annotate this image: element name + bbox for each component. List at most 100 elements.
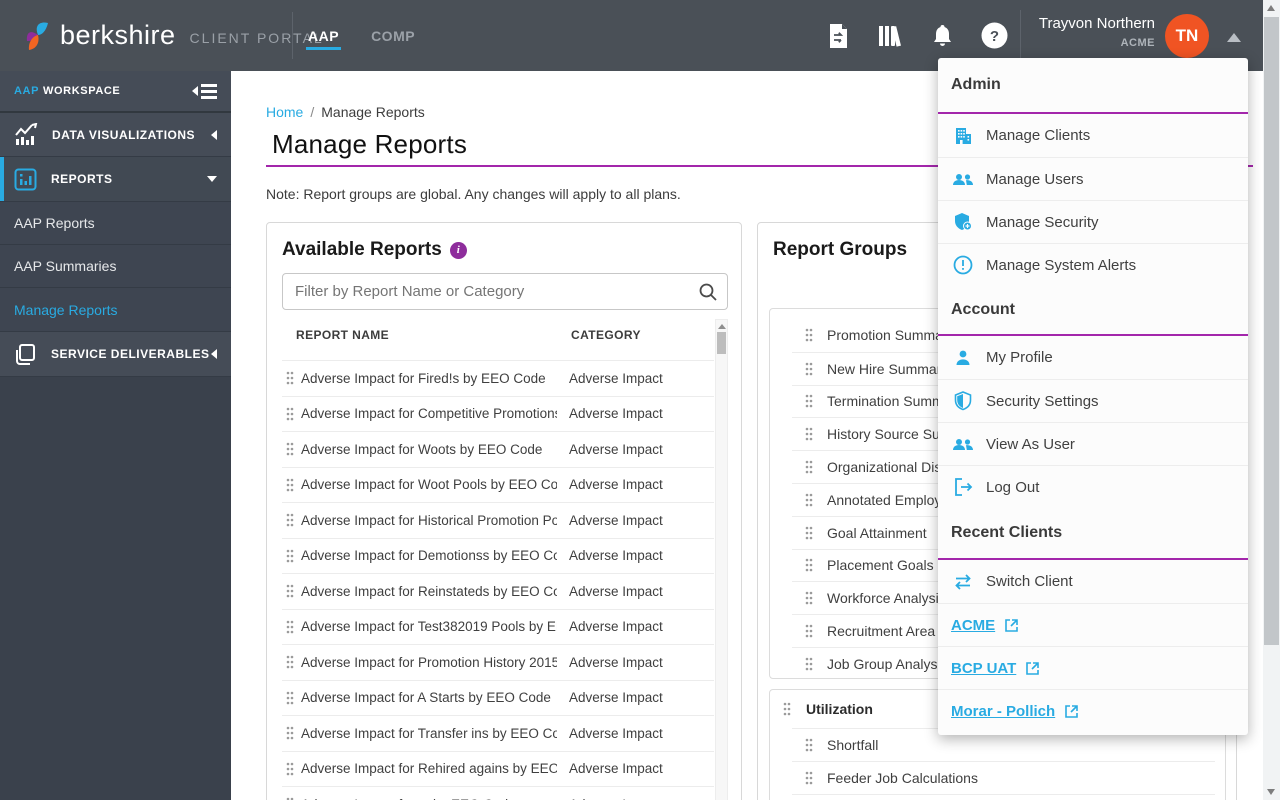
sidebar-item-manage-reports[interactable]: Manage Reports (0, 288, 231, 332)
drag-handle-icon[interactable] (805, 738, 813, 752)
notifications-bell-icon[interactable] (928, 22, 956, 50)
group-row[interactable]: Feeder Job Calculations (792, 760, 1215, 794)
brand-logo[interactable]: berkshire CLIENT PORTAL (24, 0, 324, 71)
table-scrollbar[interactable] (715, 319, 728, 800)
drag-handle-icon[interactable] (805, 657, 813, 671)
drag-handle-icon[interactable] (286, 655, 294, 669)
scroll-up-arrow-icon[interactable] (1267, 5, 1275, 11)
client-link-label[interactable]: BCP UAT (951, 660, 1016, 677)
table-row[interactable]: Adverse Impact for Fired!s by EEO Code Ad… (282, 360, 714, 396)
table-row[interactable]: Adverse Impact for Woot Pools by EEO Cod… (282, 466, 714, 503)
drag-handle-icon[interactable] (286, 513, 294, 527)
sidebar-item-label: SERVICE DELIVERABLES (51, 347, 210, 361)
menu-item-my-profile[interactable]: My Profile (938, 336, 1248, 379)
svg-text:?: ? (989, 28, 998, 45)
menu-item-manage-system-alerts[interactable]: Manage System Alerts (938, 243, 1248, 286)
menu-item-security-settings[interactable]: Security Settings (938, 379, 1248, 422)
page-scrollbar[interactable] (1263, 0, 1280, 800)
page-scrollbar-thumb[interactable] (1264, 17, 1279, 645)
client-link-label[interactable]: Morar - Pollich (951, 703, 1055, 720)
menu-item-log-out[interactable]: Log Out (938, 465, 1248, 508)
drag-handle-icon[interactable] (805, 558, 813, 572)
menu-item-manage-users[interactable]: Manage Users (938, 157, 1248, 200)
drag-handle-icon[interactable] (286, 691, 294, 705)
table-row[interactable]: Adverse Impact for Competitive Promotion… (282, 395, 714, 432)
drag-handle-icon[interactable] (805, 493, 813, 507)
info-icon[interactable]: i (449, 241, 467, 259)
sidebar-item-aap-reports[interactable]: AAP Reports (0, 202, 231, 245)
user-menu-caret-up-icon[interactable] (1227, 33, 1241, 42)
client-link-label[interactable]: ACME (951, 617, 995, 634)
drag-handle-icon[interactable] (286, 407, 294, 421)
drag-handle-icon[interactable] (286, 726, 294, 740)
group-row[interactable] (792, 793, 1215, 800)
drag-handle-icon[interactable] (805, 362, 813, 376)
table-row[interactable]: Adverse Impact for A Starts by EEO Code A… (282, 679, 714, 716)
workspace-label: WORKSPACE (43, 85, 121, 97)
drag-handle-icon[interactable] (805, 460, 813, 474)
table-row[interactable]: Adverse Impact for Test382019 Pools by E… (282, 608, 714, 645)
help-icon[interactable]: ? (980, 22, 1008, 50)
drag-handle-icon[interactable] (783, 702, 791, 716)
drag-handle-icon[interactable] (805, 591, 813, 605)
recent-client-link-morar-pollich[interactable]: Morar - Pollich (938, 689, 1248, 732)
recent-client-link-bcp-uat[interactable]: BCP UAT (938, 646, 1248, 689)
library-icon[interactable] (876, 22, 904, 50)
menu-item-switch-client[interactable]: Switch Client (938, 560, 1248, 603)
available-reports-title: Available Reports (282, 239, 442, 260)
document-transfer-icon[interactable] (824, 22, 852, 50)
drag-handle-icon[interactable] (805, 526, 813, 540)
table-row[interactable]: Adverse Impact for Transfer ins by EEO C… (282, 715, 714, 751)
menu-item-view-as-user[interactable]: View As User (938, 422, 1248, 465)
report-name: Adverse Impact for Reinstateds by EEO Co… (301, 583, 557, 599)
group-report-name: Placement Goals (827, 557, 934, 574)
report-category: Adverse Impact (569, 761, 663, 777)
breadcrumb-separator: / (310, 104, 315, 120)
breadcrumb-home-link[interactable]: Home (266, 104, 303, 120)
table-scrollbar-thumb[interactable] (717, 332, 726, 354)
drag-handle-icon[interactable] (286, 620, 294, 634)
table-row[interactable]: Adverse Impact for Historical Promotion … (282, 502, 714, 538)
report-category: Adverse Impact (569, 441, 663, 457)
menu-item-manage-security[interactable]: Manage Security (938, 200, 1248, 243)
sidebar-item-data-visualizations[interactable]: DATA VISUALIZATIONS (0, 113, 231, 157)
drag-handle-icon[interactable] (805, 624, 813, 638)
sidebar-item-aap-summaries[interactable]: AAP Summaries (0, 245, 231, 288)
scroll-up-arrow-icon[interactable] (718, 324, 726, 329)
table-row[interactable]: Adverse Impact for Woots by EEO Code Adve… (282, 431, 714, 467)
tab-comp[interactable]: COMP (369, 20, 417, 52)
report-name: Adverse Impact for Transfer ins by EEO C… (301, 725, 557, 741)
drag-handle-icon[interactable] (286, 584, 294, 598)
external-link-icon (1004, 618, 1019, 633)
search-icon[interactable] (689, 274, 727, 309)
user-info[interactable]: Trayvon Northern ACME (1025, 14, 1155, 49)
drag-handle-icon[interactable] (805, 394, 813, 408)
sidebar-item-reports[interactable]: REPORTS (0, 157, 231, 202)
drag-handle-icon[interactable] (286, 442, 294, 456)
report-category: Adverse Impact (569, 477, 663, 493)
report-name: Adverse Impact for Fired!s by EEO Code (301, 370, 546, 386)
sidebar-item-service-deliverables[interactable]: SERVICE DELIVERABLES (0, 332, 231, 377)
drag-handle-icon[interactable] (286, 478, 294, 492)
drag-handle-icon[interactable] (286, 371, 294, 385)
drag-handle-icon[interactable] (805, 427, 813, 441)
recent-client-link-acme[interactable]: ACME (938, 603, 1248, 646)
drag-handle-icon[interactable] (805, 328, 813, 342)
tab-aap[interactable]: AAP (306, 20, 342, 52)
table-row[interactable]: Adverse Impact for Promotion History 201… (282, 644, 714, 680)
drag-handle-icon[interactable] (805, 771, 813, 785)
drag-handle-icon[interactable] (286, 762, 294, 776)
drag-handle-icon[interactable] (286, 549, 294, 563)
table-row[interactable]: Adverse Impact for ... by EEO CodeAdvers… (282, 786, 714, 800)
avatar[interactable]: TN (1165, 14, 1209, 58)
table-row[interactable]: Adverse Impact for Demotionss by EEO Cod… (282, 537, 714, 574)
sidebar-collapse-icon[interactable] (192, 83, 217, 99)
report-category: Adverse Impact (569, 512, 663, 528)
report-name: Adverse Impact for A Starts by EEO Code (301, 690, 551, 706)
menu-item-manage-clients[interactable]: Manage Clients (938, 114, 1248, 157)
scroll-down-arrow-icon[interactable] (1267, 789, 1275, 795)
table-row[interactable]: Adverse Impact for Rehired agains by EEO… (282, 750, 714, 787)
users-icon (952, 433, 974, 455)
report-filter-input[interactable] (283, 283, 689, 300)
table-row[interactable]: Adverse Impact for Reinstateds by EEO Co… (282, 573, 714, 609)
